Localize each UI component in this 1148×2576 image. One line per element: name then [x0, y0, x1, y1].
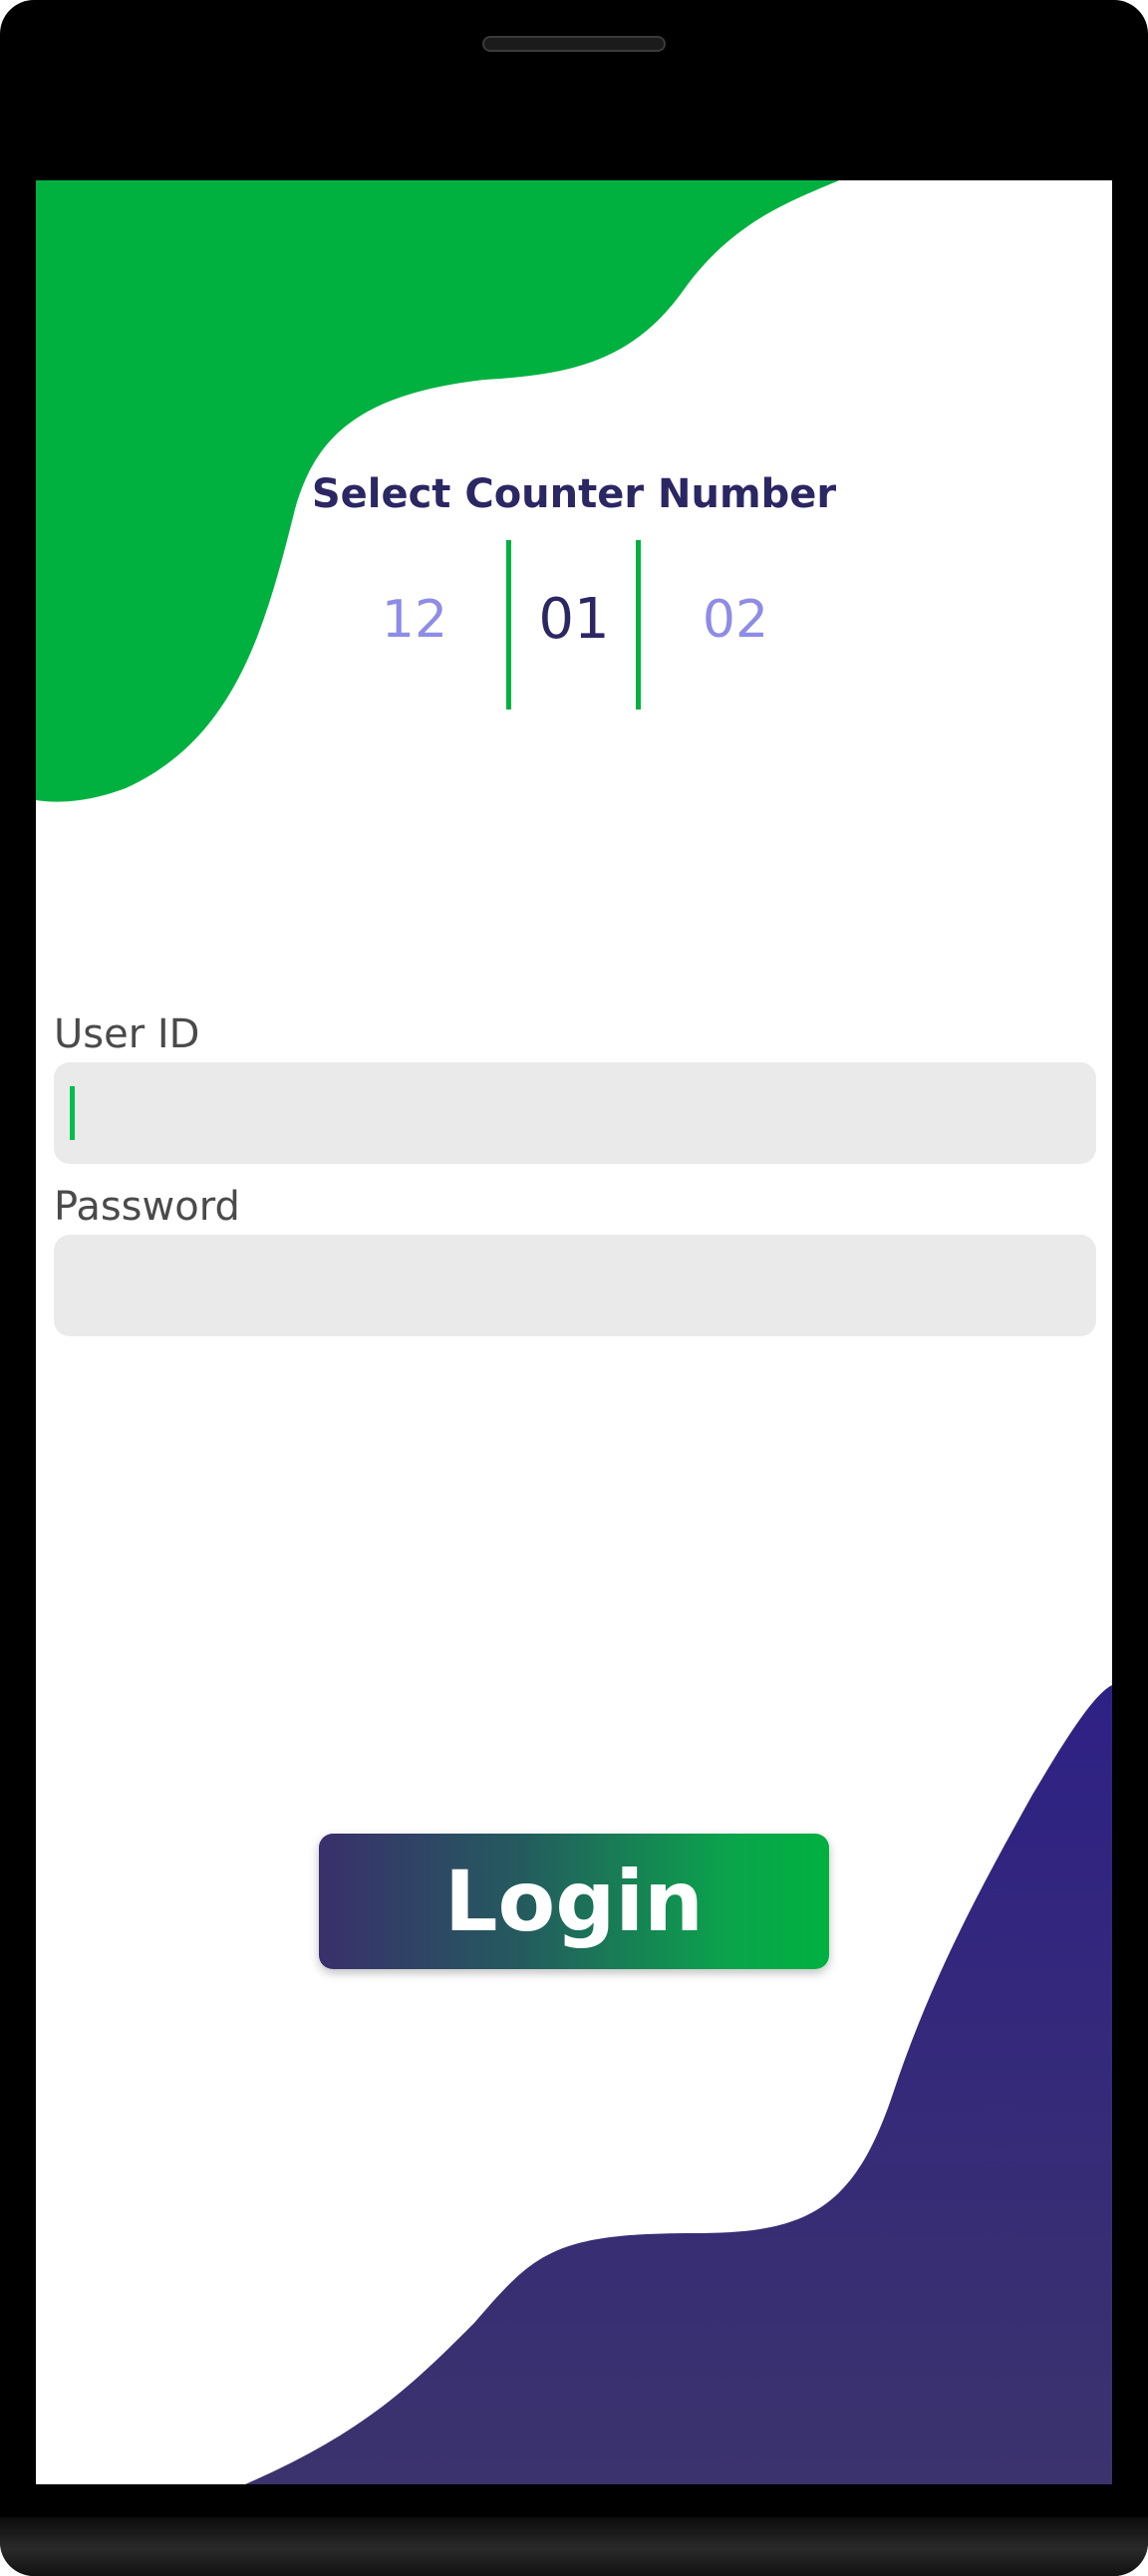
- purple-wave-shape: [245, 1685, 1112, 2484]
- phone-bottom-bezel: [0, 2517, 1148, 2576]
- speaker-grille: [482, 36, 666, 52]
- password-label: Password: [54, 1184, 240, 1230]
- phone-frame: Select Counter Number 12 01 02 User ID P…: [0, 0, 1148, 2576]
- counter-option-previous[interactable]: 12: [345, 594, 484, 646]
- password-input[interactable]: [54, 1235, 1096, 1336]
- text-cursor: [70, 1086, 75, 1140]
- counter-option-next[interactable]: 02: [666, 594, 805, 646]
- user-id-label: User ID: [54, 1011, 200, 1057]
- login-button[interactable]: Login: [319, 1834, 829, 1969]
- user-id-input[interactable]: [54, 1062, 1096, 1164]
- counter-option-selected[interactable]: 01: [504, 592, 644, 648]
- counter-title: Select Counter Number: [311, 471, 837, 517]
- app-screen: Select Counter Number 12 01 02 User ID P…: [36, 180, 1112, 2484]
